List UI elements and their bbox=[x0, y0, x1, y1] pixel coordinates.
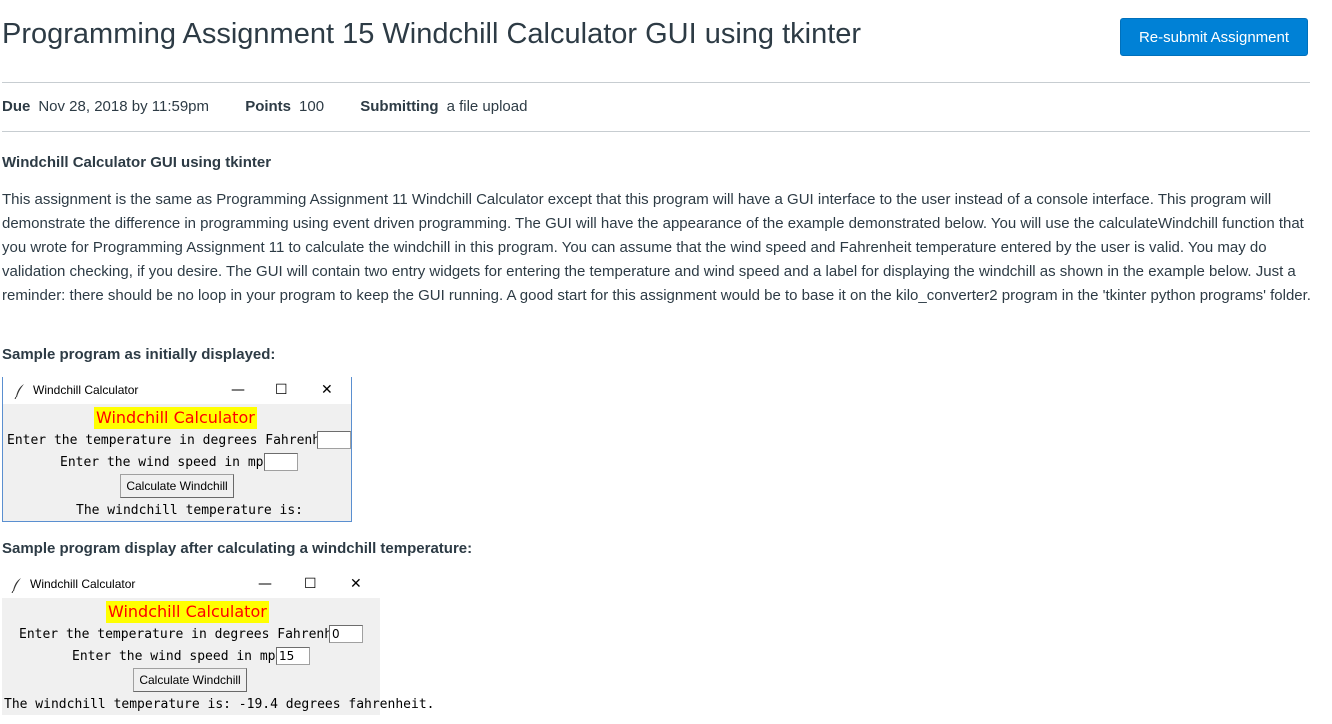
assignment-description: This assignment is the same as Programmi… bbox=[2, 191, 1311, 304]
window-title: Windchill Calculator bbox=[30, 577, 136, 591]
due-info: Due Nov 28, 2018 by 11:59pm bbox=[2, 98, 209, 115]
wind-speed-input[interactable] bbox=[264, 453, 298, 471]
divider bbox=[2, 82, 1310, 83]
window-titlebar[interactable]: Windchill Calculator — ☐ ✕ bbox=[2, 571, 380, 598]
app-title-label: Windchill Calculator bbox=[94, 407, 257, 429]
points-label: Points bbox=[245, 98, 292, 115]
sample2-heading: Sample program display after calculating… bbox=[2, 540, 473, 557]
wind-speed-label: Enter the wind speed in mph: bbox=[72, 649, 292, 664]
due-label: Due bbox=[2, 98, 31, 115]
maximize-icon[interactable]: ☐ bbox=[275, 381, 288, 399]
temperature-input[interactable] bbox=[317, 431, 351, 449]
calculate-windchill-button[interactable]: Calculate Windchill bbox=[133, 668, 247, 692]
wind-speed-input[interactable] bbox=[276, 647, 310, 665]
minimize-icon[interactable]: — bbox=[258, 575, 272, 593]
minimize-icon[interactable]: — bbox=[231, 381, 245, 399]
divider bbox=[2, 131, 1310, 132]
points-value: 100 bbox=[299, 98, 325, 115]
submitting-info: Submitting a file upload bbox=[360, 98, 527, 115]
feather-icon bbox=[14, 384, 24, 399]
calculate-windchill-button[interactable]: Calculate Windchill bbox=[120, 474, 234, 498]
wind-speed-label: Enter the wind speed in mph: bbox=[60, 455, 280, 470]
window-title: Windchill Calculator bbox=[33, 383, 139, 397]
close-icon[interactable]: ✕ bbox=[321, 381, 333, 399]
feather-icon bbox=[11, 578, 21, 593]
windchill-result-label: The windchill temperature is: bbox=[76, 503, 303, 518]
close-icon[interactable]: ✕ bbox=[350, 575, 362, 593]
temperature-input[interactable] bbox=[329, 625, 363, 643]
temperature-label: Enter the temperature in degrees Fahrenh… bbox=[7, 433, 352, 448]
sample-window-calculated: Windchill Calculator — ☐ ✕ Windchill Cal… bbox=[2, 571, 434, 715]
temperature-label: Enter the temperature in degrees Fahrenh… bbox=[19, 627, 364, 642]
submitting-value: a file upload bbox=[446, 98, 528, 115]
app-title-label: Windchill Calculator bbox=[106, 601, 269, 623]
assignment-details: Due Nov 28, 2018 by 11:59pm Points 100 Sub… bbox=[2, 98, 559, 115]
submitting-label: Submitting bbox=[360, 98, 439, 115]
content-heading: Windchill Calculator GUI using tkinter bbox=[2, 154, 272, 171]
windchill-result-label: The windchill temperature is: -19.4 degr… bbox=[4, 697, 435, 712]
maximize-icon[interactable]: ☐ bbox=[304, 575, 317, 593]
page-title: Programming Assignment 15 Windchill Calc… bbox=[2, 18, 862, 50]
sample-window-initial: Windchill Calculator — ☐ ✕ Windchill Cal… bbox=[2, 377, 352, 522]
points-info: Points 100 bbox=[245, 98, 324, 115]
sample1-heading: Sample program as initially displayed: bbox=[2, 346, 276, 363]
window-titlebar[interactable]: Windchill Calculator — ☐ ✕ bbox=[3, 377, 351, 404]
resubmit-assignment-button[interactable]: Re-submit Assignment bbox=[1120, 18, 1308, 56]
due-value: Nov 28, 2018 by 11:59pm bbox=[38, 98, 210, 115]
